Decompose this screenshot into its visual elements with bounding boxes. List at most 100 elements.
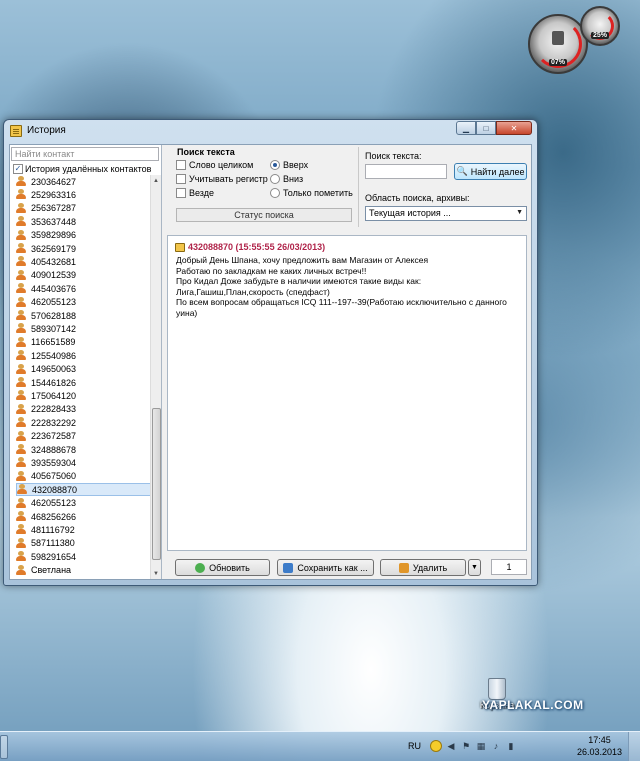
contact-list-scrollbar[interactable]: ▲ ▼ [150,175,161,579]
delete-options-dropdown[interactable]: ▼ [468,559,481,576]
contact-list-item[interactable]: 324888678 [16,443,151,456]
contact-list-item[interactable]: 125540986 [16,349,151,362]
message-line: По всем вопросам обращаться ICQ 111--197… [176,297,510,318]
contact-list-item[interactable]: 570628188 [16,309,151,322]
everywhere-checkbox[interactable] [176,188,186,198]
show-desktop-button[interactable] [628,732,640,761]
match-case-checkbox[interactable] [176,174,186,184]
volume-icon[interactable]: ◀ [445,740,457,752]
scroll-down-arrow-icon[interactable]: ▼ [151,568,161,579]
close-button[interactable]: ✕ [496,121,532,135]
cpu-value: 07% [548,59,568,66]
contact-list-item[interactable]: 175064120 [16,389,151,402]
contact-list-item[interactable]: 222832292 [16,416,151,429]
contact-list-item[interactable]: 405432681 [16,255,151,268]
contact-list-item[interactable]: 230364627 [16,175,151,188]
contact-list-item[interactable]: 462055123 [16,296,151,309]
contact-label: 587111380 [31,538,75,549]
contact-list-item[interactable]: 393559304 [16,456,151,469]
contact-list-item[interactable]: 589307142 [16,322,151,335]
contact-icon [16,323,27,334]
clock[interactable]: 17:45 26.03.2013 [577,734,622,758]
contact-list-item[interactable]: 223672587 [16,430,151,443]
scroll-up-arrow-icon[interactable]: ▲ [151,175,161,186]
whole-word-checkbox[interactable] [176,160,186,170]
close-icon: ✕ [510,123,518,133]
contact-list-item[interactable]: 362569179 [16,242,151,255]
contact-list-item[interactable]: 116651589 [16,336,151,349]
contact-icon [16,176,27,187]
direction-up-label: Вверх [283,160,309,170]
contact-list-item[interactable]: Светлана [16,564,151,577]
ram-dial: 25% [580,6,620,46]
history-view[interactable]: 432088870 (15:55:55 26/03/2013) Добрый Д… [167,235,527,551]
deleted-contacts-option[interactable]: ✓ История удалённых контактов [13,163,151,175]
contact-label: 252963316 [31,189,77,200]
title-bar[interactable]: История ▁ □ ✕ [4,120,537,142]
taskbar: RU ◀ ⚑ ▦ ♪ ▮ 17:45 26.03.2013 [0,731,640,761]
contact-search-input[interactable]: Найти контакт [11,147,159,161]
site-watermark: YAPLAKAL.COM [482,698,584,712]
contact-list-item[interactable]: 587111380 [16,537,151,550]
contact-list-item[interactable]: 405675060 [16,470,151,483]
contact-icon [16,350,27,361]
search-scope-label: Область поиска, архивы: [365,193,470,203]
contact-list-item[interactable]: 432088870 [16,483,151,497]
contact-list-item[interactable]: 468256266 [16,510,151,523]
delete-button[interactable]: Удалить [380,559,466,576]
contact-list-item[interactable]: 359829896 [16,229,151,242]
search-text-input[interactable] [365,164,447,179]
contact-list-item[interactable]: 445403676 [16,282,151,295]
direction-down-radio[interactable] [270,174,280,184]
window-title: История [27,125,66,136]
save-as-button[interactable]: Сохранить как ... [277,559,374,576]
contact-list-item[interactable]: 256367287 [16,202,151,215]
power-icon[interactable]: ▮ [505,740,517,752]
contact-list-item[interactable]: 481116792 [16,523,151,536]
contact-label: 570628188 [31,310,77,321]
language-indicator[interactable]: RU [408,741,421,751]
direction-up-option[interactable]: Вверх [270,160,308,170]
qip-smiley-icon[interactable] [430,740,442,752]
scrollbar-thumb[interactable] [152,408,161,560]
whole-word-option[interactable]: Слово целиком [176,160,253,170]
contact-list-item[interactable]: 462055123 [16,497,151,510]
mark-only-option[interactable]: Только пометить [270,188,353,198]
contact-icon [16,269,27,281]
contact-list-item[interactable]: 598291654 [16,550,151,563]
search-scope-select[interactable]: Текущая история ... ▼ [365,206,527,221]
contact-list-item[interactable]: 252963316 [16,188,151,201]
refresh-button[interactable]: Обновить [175,559,270,576]
minimize-button[interactable]: ▁ [456,121,476,135]
direction-down-option[interactable]: Вниз [270,174,303,184]
contact-icon [17,484,28,495]
maximize-button[interactable]: □ [476,121,496,135]
contact-list-item[interactable]: 409012539 [16,269,151,282]
contact-icon [16,283,27,294]
system-meter-gadget[interactable]: 07% 25% [528,6,620,76]
network-icon[interactable]: ▦ [475,740,487,752]
deleted-contacts-checkbox[interactable]: ✓ [13,164,23,174]
match-case-option[interactable]: Учитывать регистр [176,174,268,184]
clock-date: 26.03.2013 [576,747,622,757]
contact-list-item[interactable]: 353637448 [16,215,151,228]
contact-list-item[interactable]: 154461826 [16,376,151,389]
window-controls: ▁ □ ✕ [456,121,532,135]
contacts-pane: Найти контакт ✓ История удалённых контак… [10,145,162,579]
contact-list-item[interactable]: 222828433 [16,403,151,416]
find-next-button[interactable]: 🔍 Найти далее [454,163,527,180]
magnifier-icon: 🔍 [456,166,468,176]
contact-icon [16,296,27,308]
everywhere-option[interactable]: Везде [176,188,214,198]
flag-icon[interactable]: ⚑ [460,740,472,752]
contact-label: 175064120 [31,390,77,401]
speaker-icon[interactable]: ♪ [490,740,502,752]
whole-word-label: Слово целиком [189,160,254,170]
contact-label: 462055123 [31,297,77,308]
mark-only-radio[interactable] [270,188,280,198]
contact-list-item[interactable]: 149650063 [16,363,151,376]
start-area[interactable] [0,735,8,759]
contact-label: 125540986 [31,350,77,361]
contact-icon [16,564,27,576]
direction-up-radio[interactable] [270,160,280,170]
